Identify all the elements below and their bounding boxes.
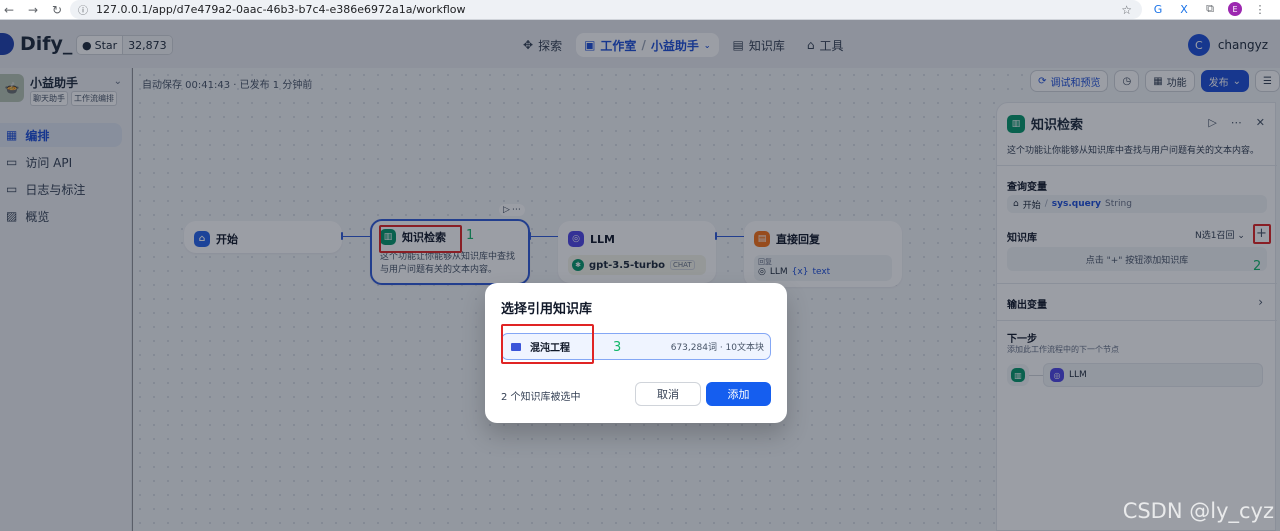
x-extension-icon[interactable]: X [1176,1,1192,17]
annotation-number-3: 3 [613,340,622,355]
add-button[interactable]: 添加 [706,382,771,406]
reload-icon[interactable]: ↻ [48,1,66,19]
url-text: 127.0.0.1/app/d7e479a2-0aac-46b3-b7c4-e3… [96,3,466,16]
forward-icon[interactable]: → [24,1,42,19]
cancel-button[interactable]: 取消 [635,382,701,406]
watermark: CSDN @ly_cyz [1122,499,1274,523]
translate-extension-icon[interactable]: G [1150,1,1166,17]
selected-count: 2 个知识库被选中 [501,392,581,403]
back-icon[interactable]: ← [0,1,18,19]
site-info-icon[interactable]: ⓘ [78,2,88,17]
bookmark-star-icon[interactable]: ☆ [1121,3,1132,17]
address-bar[interactable]: ⓘ 127.0.0.1/app/d7e479a2-0aac-46b3-b7c4-… [70,0,1142,19]
select-knowledge-modal: 选择引用知识库 混沌工程 673,284词 · 10文本块 3 2 个知识库被选… [485,283,787,423]
browser-menu-icon[interactable]: ⋮ [1252,1,1268,17]
modal-backdrop[interactable] [0,20,1280,531]
annotation-box-3 [501,324,594,364]
extensions-icon[interactable]: ⧉ [1202,1,1218,17]
browser-toolbar: ← → ↻ ⓘ 127.0.0.1/app/d7e479a2-0aac-46b3… [0,0,1280,20]
knowledge-item-meta: 673,284词 · 10文本块 [670,343,764,353]
profile-avatar[interactable]: E [1228,2,1242,16]
modal-title: 选择引用知识库 [501,302,593,317]
